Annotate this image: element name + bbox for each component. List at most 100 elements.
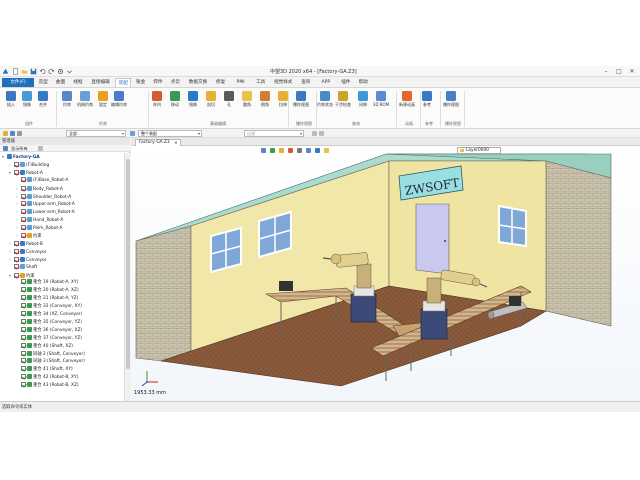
visibility-checkbox[interactable] bbox=[21, 374, 26, 380]
tab-11[interactable]: PMI bbox=[230, 78, 252, 87]
visibility-checkbox[interactable] bbox=[21, 209, 26, 215]
ribbon-button-15[interactable]: 爆炸视图 bbox=[293, 90, 309, 118]
view-tool-icon[interactable] bbox=[297, 148, 302, 153]
ribbon-button-6[interactable]: 编辑约束 bbox=[111, 90, 127, 118]
tab-7[interactable]: 焊件 bbox=[150, 78, 166, 87]
tab-1[interactable]: 造型 bbox=[35, 78, 51, 87]
tree-item[interactable]: › 约束 bbox=[16, 232, 42, 240]
tree-item[interactable]: › Conveyor bbox=[9, 256, 46, 264]
filter-icon[interactable] bbox=[3, 146, 8, 151]
assembly-filter-icon[interactable] bbox=[130, 131, 135, 136]
ribbon-button-19[interactable]: 3D BOM bbox=[373, 90, 389, 118]
view-tool-icon[interactable] bbox=[306, 148, 311, 153]
factory-model[interactable]: ZWSOFT bbox=[131, 146, 640, 401]
tree-item[interactable]: 重合 35 (Conveyor, YZ) bbox=[16, 318, 82, 327]
tree-item[interactable]: ▾ 约束 bbox=[9, 272, 35, 280]
filter-combo[interactable]: 全部 ▾ bbox=[66, 130, 126, 137]
tree-item[interactable]: 重合 40 (Shaft, XZ) bbox=[16, 342, 73, 351]
ribbon-button-9[interactable]: 镜像 bbox=[186, 90, 200, 118]
ribbon-button-11[interactable]: 孔 bbox=[222, 90, 236, 118]
tree-item[interactable]: 重合 32 (Conveyor, XY) bbox=[16, 303, 82, 311]
expand-icon[interactable] bbox=[38, 146, 43, 151]
visibility-checkbox[interactable] bbox=[21, 311, 26, 316]
tree-item[interactable]: › Robot-B bbox=[9, 240, 43, 248]
door[interactable] bbox=[415, 203, 450, 275]
ribbon-button-16[interactable]: 约束状态 bbox=[317, 90, 333, 118]
ribbon-button-7[interactable]: 阵列 bbox=[150, 90, 164, 118]
maximize-button[interactable]: □ bbox=[613, 67, 625, 76]
visibility-checkbox[interactable] bbox=[21, 225, 26, 231]
document-tab[interactable]: Factory-GA.Z3 ✕ bbox=[135, 139, 181, 146]
toolbar-option-icon[interactable] bbox=[319, 131, 324, 136]
window[interactable] bbox=[258, 210, 292, 259]
ribbon-button-13[interactable]: 倒角 bbox=[258, 90, 272, 118]
tree-item[interactable]: › Body_Robot-A bbox=[16, 185, 63, 193]
visibility-checkbox[interactable] bbox=[21, 176, 26, 182]
tree-item[interactable]: › Conveyor bbox=[9, 248, 46, 256]
ribbon-button-12[interactable]: 圆角 bbox=[240, 90, 254, 118]
visibility-checkbox[interactable] bbox=[14, 272, 19, 278]
visibility-checkbox[interactable] bbox=[21, 342, 26, 348]
tab-12[interactable]: 工具 bbox=[252, 78, 268, 87]
window[interactable] bbox=[210, 226, 242, 274]
settings-gear-icon[interactable] bbox=[57, 68, 64, 75]
left-outer-wall[interactable] bbox=[135, 225, 192, 362]
visibility-checkbox[interactable] bbox=[21, 318, 26, 324]
tab-16[interactable]: 插件 bbox=[338, 78, 354, 87]
chevron-down-icon[interactable] bbox=[66, 68, 73, 75]
visibility-checkbox[interactable] bbox=[21, 382, 26, 388]
tab-4[interactable]: 直接编辑 bbox=[87, 78, 114, 87]
visibility-checkbox[interactable] bbox=[14, 161, 19, 167]
visibility-checkbox[interactable] bbox=[21, 287, 26, 293]
layer-selector[interactable]: Layer0000 bbox=[457, 147, 501, 154]
visibility-checkbox[interactable] bbox=[14, 256, 19, 262]
tab-3[interactable]: 线框 bbox=[70, 78, 86, 87]
view-tool-icon[interactable] bbox=[315, 148, 320, 153]
selection-mode-icon[interactable] bbox=[10, 131, 15, 136]
tab-0[interactable]: 文件(F) bbox=[2, 78, 34, 87]
3d-viewport[interactable]: ZWSOFT Layer0000 1953.33 mm bbox=[131, 146, 640, 401]
ribbon-button-1[interactable]: 镜像 bbox=[20, 90, 34, 118]
tree-item[interactable]: 同轴 3 (Shaft, Conveyor) bbox=[16, 358, 85, 366]
visibility-checkbox[interactable] bbox=[14, 263, 19, 269]
tree-item[interactable]: 同轴 2 (Shaft, Conveyor) bbox=[16, 350, 85, 359]
visibility-checkbox[interactable] bbox=[21, 366, 26, 372]
visibility-checkbox[interactable] bbox=[21, 185, 26, 191]
tree-item[interactable]: Shaft bbox=[9, 263, 37, 272]
view-tool-icon[interactable] bbox=[288, 148, 293, 153]
tree-item[interactable]: (F)Base_Robot-A bbox=[16, 176, 68, 185]
save-icon[interactable] bbox=[30, 68, 37, 75]
ribbon-button-2[interactable]: 合并 bbox=[36, 90, 50, 118]
quick-search-combo[interactable]: 过滤 ▾ bbox=[244, 130, 304, 137]
tree-item[interactable]: › Shoulder_Robot-A bbox=[16, 193, 71, 201]
visibility-checkbox[interactable] bbox=[21, 217, 26, 223]
view-tool-icon[interactable] bbox=[270, 148, 275, 153]
tab-5[interactable]: 装配 bbox=[115, 78, 132, 87]
undo-icon[interactable] bbox=[39, 68, 46, 75]
ribbon-button-8[interactable]: 移动 bbox=[168, 90, 182, 118]
toolbar-option-icon[interactable] bbox=[312, 131, 317, 136]
tree-scrollbar-thumb[interactable] bbox=[126, 159, 130, 369]
ribbon-button-18[interactable]: 间隙 bbox=[356, 90, 370, 118]
tab-15[interactable]: APP bbox=[315, 78, 337, 87]
snap-icon[interactable] bbox=[17, 131, 22, 136]
view-tool-icon[interactable] bbox=[324, 148, 329, 153]
visibility-checkbox[interactable] bbox=[21, 334, 26, 340]
visibility-checkbox[interactable] bbox=[14, 240, 19, 246]
tree-item[interactable]: 重合 20 (Robot-A, XZ) bbox=[16, 287, 79, 295]
visibility-checkbox[interactable] bbox=[21, 233, 26, 238]
ribbon-button-21[interactable]: 参考 bbox=[420, 90, 434, 118]
tree-item[interactable]: 重合 41 (Shaft, XY) bbox=[16, 366, 73, 374]
tree-item[interactable]: ▾ Robot-A bbox=[9, 169, 43, 177]
ribbon-button-5[interactable]: 固定 bbox=[96, 90, 110, 118]
tree-item[interactable]: 重合 43 (Robot-B, XZ) bbox=[16, 382, 79, 390]
tree-item[interactable]: › (F)Building bbox=[9, 161, 49, 169]
redo-icon[interactable] bbox=[48, 68, 55, 75]
ribbon-button-20[interactable]: 新建动画 bbox=[399, 90, 415, 118]
visibility-checkbox[interactable] bbox=[21, 326, 26, 332]
visibility-checkbox[interactable] bbox=[21, 358, 26, 364]
minimize-button[interactable]: – bbox=[600, 67, 612, 76]
visibility-checkbox[interactable] bbox=[21, 279, 26, 285]
visibility-checkbox[interactable] bbox=[21, 350, 26, 356]
tab-2[interactable]: 曲面 bbox=[52, 78, 68, 87]
